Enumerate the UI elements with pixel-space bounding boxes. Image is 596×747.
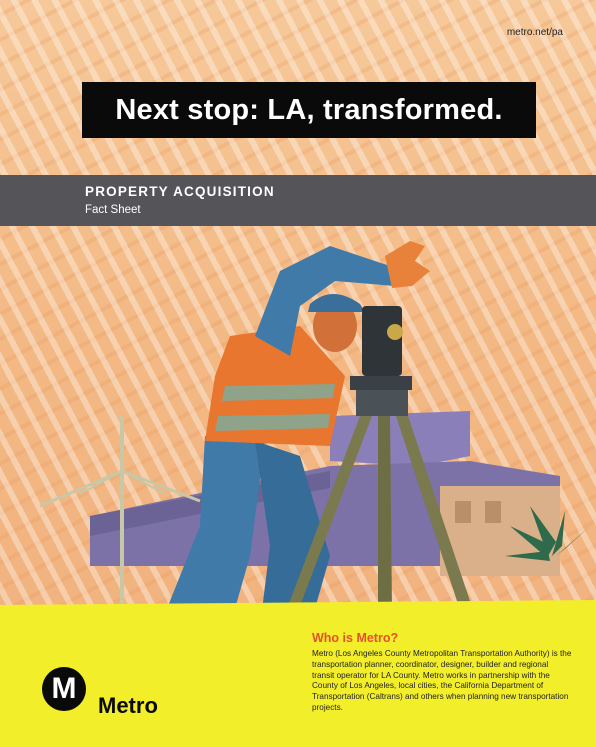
who-is-metro-section: Who is Metro? Metro (Los Angeles County …	[312, 631, 572, 714]
section-heading: Who is Metro?	[312, 631, 399, 645]
fact-sheet-page: metro.net/pa Next stop: LA, transformed.…	[0, 0, 596, 747]
metro-logo[interactable]: M Metro	[42, 667, 172, 727]
section-body: Metro (Los Angeles County Metropolitan T…	[312, 649, 572, 712]
metro-m-icon: M	[42, 667, 86, 711]
metro-wordmark: Metro	[98, 693, 158, 718]
